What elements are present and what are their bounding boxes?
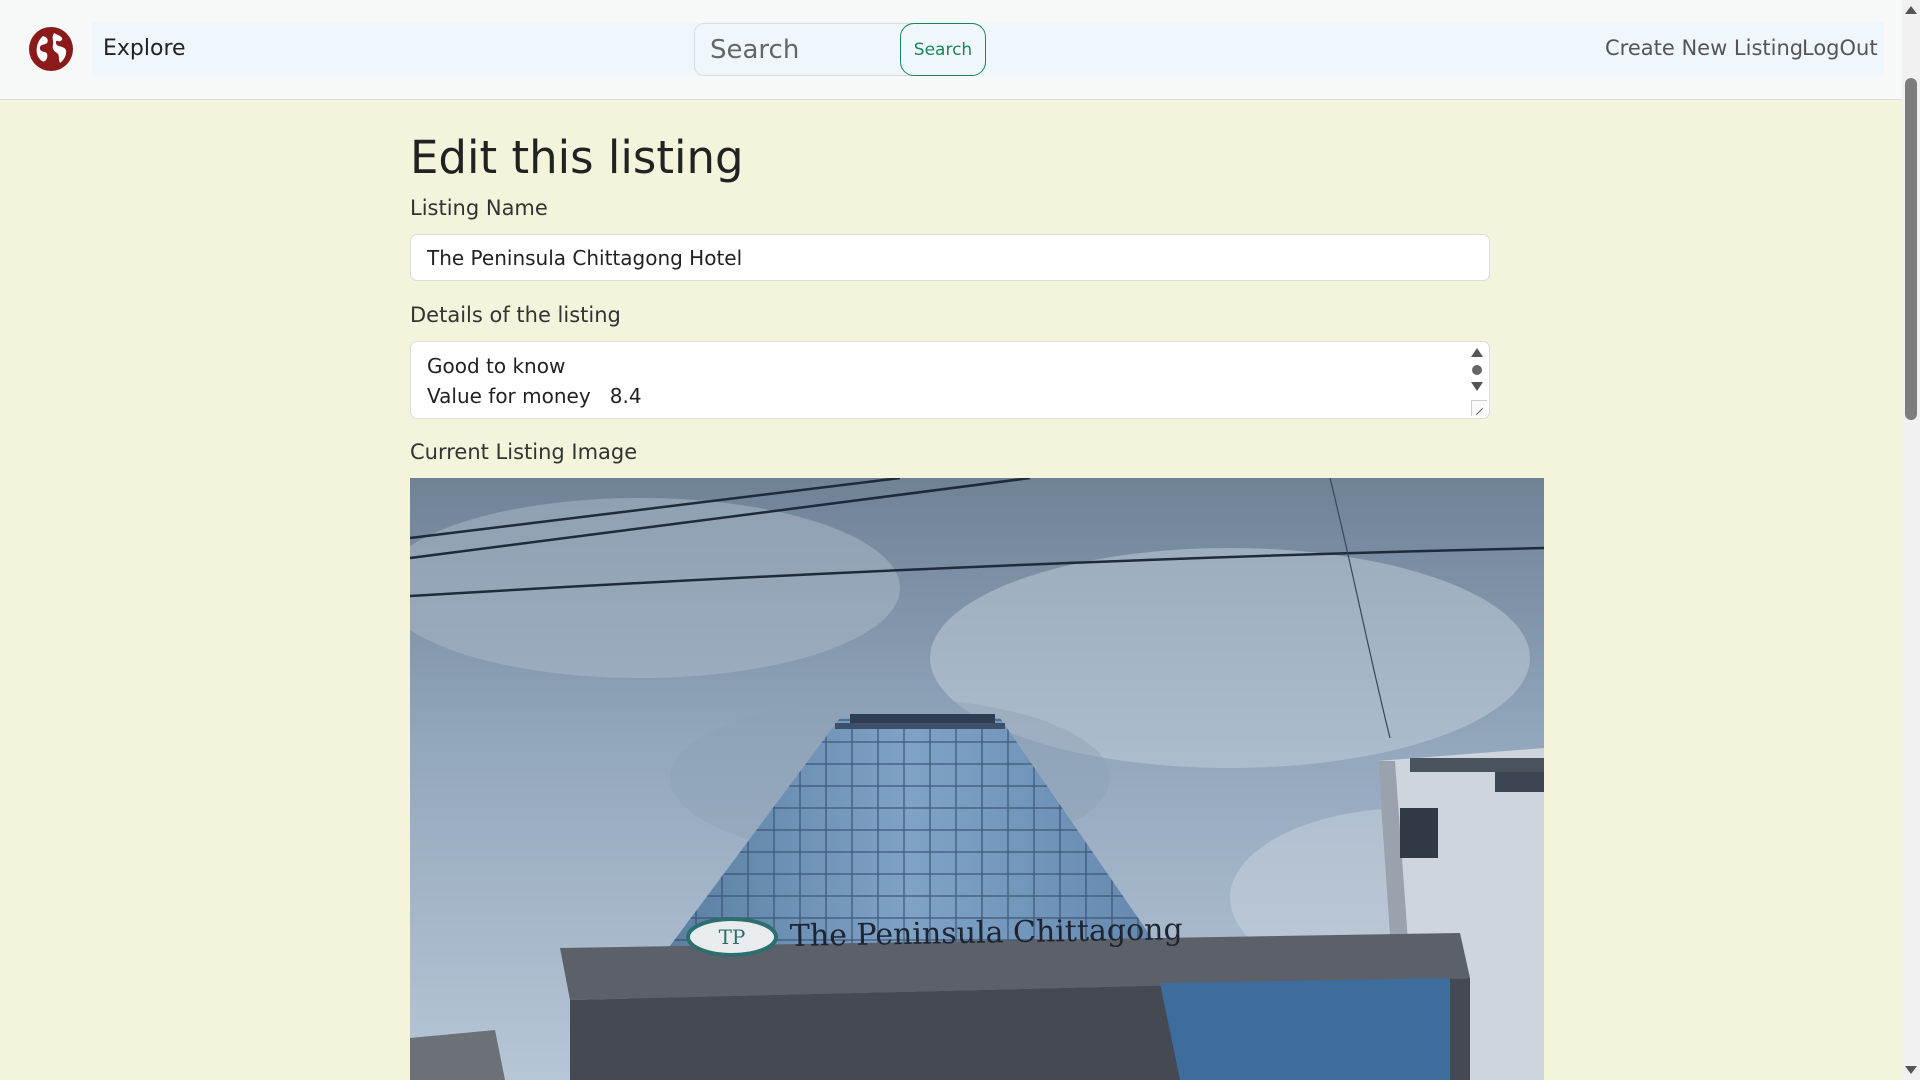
- nav-explore-link[interactable]: Explore: [103, 36, 186, 61]
- globe-icon[interactable]: [29, 27, 73, 71]
- details-line: Good to know: [427, 354, 566, 378]
- search-button[interactable]: Search: [900, 23, 986, 76]
- building-signage-text: The Peninsula Chittagong: [790, 912, 1183, 954]
- create-new-listing-link[interactable]: Create New Listing: [1605, 36, 1803, 60]
- hotel-building-photo: TP The Peninsula Chittagong: [410, 478, 1544, 1080]
- scrollbar-thumb[interactable]: [1472, 365, 1482, 375]
- svg-text:TP: TP: [719, 925, 746, 949]
- page-scrollbar[interactable]: [1902, 0, 1920, 1080]
- listing-details-label: Details of the listing: [410, 303, 621, 327]
- listing-name-label: Listing Name: [410, 196, 548, 220]
- resize-handle-icon[interactable]: [1471, 400, 1487, 416]
- search-form: Search: [694, 23, 986, 76]
- page-title: Edit this listing: [410, 131, 744, 184]
- scroll-up-arrow-icon[interactable]: [1471, 348, 1483, 357]
- logout-link[interactable]: LogOut: [1802, 36, 1878, 60]
- scroll-down-arrow-icon[interactable]: [1471, 382, 1483, 391]
- scroll-up-arrow-icon[interactable]: [1905, 6, 1917, 14]
- scroll-down-arrow-icon[interactable]: [1905, 1066, 1917, 1074]
- scrollbar-thumb[interactable]: [1905, 78, 1917, 420]
- current-image-label: Current Listing Image: [410, 440, 638, 464]
- details-line: Value for money 8.4: [427, 384, 642, 408]
- listing-name-input[interactable]: [410, 234, 1490, 281]
- listing-image: TP The Peninsula Chittagong: [410, 478, 1544, 1080]
- listing-details-textarea[interactable]: Good to know Value for money 8.4: [410, 341, 1490, 419]
- textarea-scrollbar[interactable]: [1471, 348, 1483, 394]
